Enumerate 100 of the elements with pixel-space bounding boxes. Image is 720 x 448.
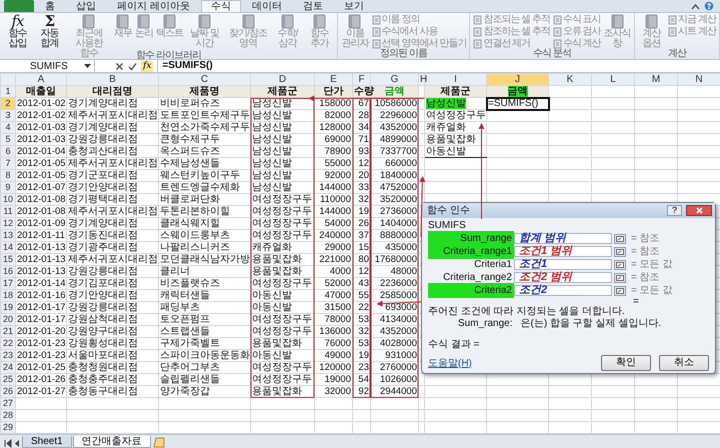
table-cell: 12 — [352, 266, 370, 278]
group-label: 수식 분석 — [533, 49, 571, 60]
row-header[interactable]: 14 — [0, 242, 16, 254]
row-header[interactable]: 12 — [0, 218, 16, 230]
table-cell: 구제가죽벨트 — [158, 338, 250, 350]
help-link[interactable]: 도움말(H) — [428, 356, 472, 370]
dialog-button[interactable]: 취소 — [659, 355, 709, 371]
name-box[interactable]: SUMIFS — [0, 60, 95, 72]
row-header[interactable]: 27 — [0, 398, 16, 410]
column-header[interactable]: G — [370, 74, 418, 86]
table-cell: 4352000 — [370, 122, 418, 134]
row-header[interactable]: 6 — [0, 146, 16, 158]
table-cell: 비즈플랫슈즈 — [158, 278, 250, 290]
row-header[interactable]: 17 — [0, 278, 16, 290]
ribbon-tab[interactable]: 페이지 레이아웃 — [107, 0, 200, 12]
dialog-button[interactable]: 확인 — [601, 355, 651, 371]
row-header[interactable]: 4 — [0, 122, 16, 134]
ribbon-button[interactable]: Σ 자동 합계 — [34, 14, 65, 49]
table-cell: 2012-01-04 — [16, 146, 66, 158]
ribbon-tab[interactable]: 수식 — [200, 0, 241, 12]
table-cell: 2012-01-02 — [16, 110, 66, 122]
table-cell: 2012-01-23 — [16, 350, 66, 362]
table-cell: 2012-01-17 — [16, 302, 66, 314]
row-header[interactable]: 21 — [0, 326, 16, 338]
insert-function-button[interactable]: fx — [141, 60, 154, 72]
table-cell: 2585000 — [370, 290, 418, 302]
row-header[interactable]: 8 — [0, 170, 16, 182]
column-header[interactable]: M — [634, 74, 678, 86]
table-cell: 양가죽장갑 — [158, 386, 250, 398]
table-cell: 29000 — [314, 242, 352, 254]
table-cell: 54 — [352, 374, 370, 386]
column-header[interactable]: N — [678, 74, 720, 86]
column-header[interactable]: L — [592, 74, 634, 86]
ribbon-tab[interactable]: 삽입 — [66, 0, 106, 12]
argument-field[interactable]: 조건2 범위 — [514, 272, 612, 283]
table-cell: 강원횡성대리점 — [66, 338, 158, 350]
table-cell: 여성정장구두 — [250, 278, 314, 290]
column-header[interactable]: D — [250, 74, 314, 86]
ribbon-tab[interactable]: 보기 — [334, 0, 374, 12]
column-header[interactable]: K — [548, 74, 592, 86]
column-header[interactable]: J — [486, 74, 548, 86]
table-cell: 128000 — [314, 122, 352, 134]
argument-field[interactable]: 조건1 범위 — [514, 246, 612, 257]
column-header[interactable]: B — [66, 74, 158, 86]
formula-field[interactable]: =SUMIFS() — [157, 60, 720, 72]
row-header[interactable]: 9 — [0, 182, 16, 194]
ribbon-tab[interactable]: 검토 — [292, 0, 333, 12]
table-cell: 10586000 — [370, 98, 418, 110]
column-header[interactable]: C — [158, 74, 250, 86]
row-header[interactable]: 13 — [0, 230, 16, 242]
row-header[interactable]: 25 — [0, 374, 16, 386]
active-cell[interactable]: =SUMIFS() — [486, 98, 548, 110]
column-header[interactable]: H — [418, 74, 424, 86]
row-header[interactable]: 5 — [0, 134, 16, 146]
table-cell: 52000 — [314, 278, 352, 290]
row-header[interactable]: 22 — [0, 338, 16, 350]
sheet-tab[interactable]: Sheet1 — [22, 436, 72, 448]
table-cell: 남성신발 — [250, 170, 314, 182]
header-cell: 제품명 — [158, 86, 250, 98]
argument-result: = 모든 값 — [631, 284, 672, 298]
argument-field[interactable]: 합계 범위 — [514, 233, 612, 244]
table-cell: 80 — [352, 254, 370, 266]
row-header[interactable]: 3 — [0, 110, 16, 122]
table-cell: 슬립펠리샌들 — [158, 374, 250, 386]
row-header[interactable]: 19 — [0, 302, 16, 314]
table-cell: 제주서귀포시대리점 — [66, 206, 158, 218]
table-cell: 여성정장구두 — [250, 194, 314, 206]
ribbon-tab[interactable]: 데이터 — [242, 0, 292, 12]
row-header[interactable]: 20 — [0, 314, 16, 326]
row-header[interactable]: 10 — [0, 194, 16, 206]
table-cell: 천연소가죽수제구두 — [158, 122, 250, 134]
row-header[interactable]: 15 — [0, 254, 16, 266]
row-header[interactable]: 29 — [0, 422, 16, 434]
row-header[interactable]: 23 — [0, 350, 16, 362]
row-header[interactable]: 26 — [0, 386, 16, 398]
help-button[interactable]: ? — [666, 205, 682, 216]
row-header[interactable]: 1 — [0, 86, 16, 98]
table-cell: 아동신발 — [424, 146, 486, 158]
ribbon-tab[interactable]: 홈 — [35, 0, 65, 12]
column-header[interactable]: A — [16, 74, 66, 86]
row-header[interactable]: 7 — [0, 158, 16, 170]
row-header[interactable]: 2 — [0, 98, 16, 110]
table-cell: 제주서귀포시대리점 — [66, 254, 158, 266]
row-header[interactable]: 16 — [0, 266, 16, 278]
table-cell: 31500 — [314, 302, 352, 314]
argument-field[interactable]: 조건1 — [514, 259, 612, 270]
table-cell: 2236000 — [370, 278, 418, 290]
row-header[interactable]: 24 — [0, 362, 16, 374]
ribbon-button[interactable]: fx 함수 삽입 — [2, 14, 33, 49]
row-header[interactable]: 11 — [0, 206, 16, 218]
column-header[interactable]: E — [314, 74, 352, 86]
column-header[interactable]: F — [352, 74, 370, 86]
table-cell: 경기군포대리점 — [66, 170, 158, 182]
table-cell: 2012-01-09 — [16, 218, 66, 230]
table-cell: 221000 — [314, 254, 352, 266]
table-cell: 경기안양대리점 — [66, 182, 158, 194]
sheet-tab[interactable]: 연간매출자료 — [72, 436, 151, 448]
row-header[interactable]: 18 — [0, 290, 16, 302]
argument-field[interactable]: 조건2 — [514, 285, 612, 296]
row-header[interactable]: 28 — [0, 410, 16, 422]
